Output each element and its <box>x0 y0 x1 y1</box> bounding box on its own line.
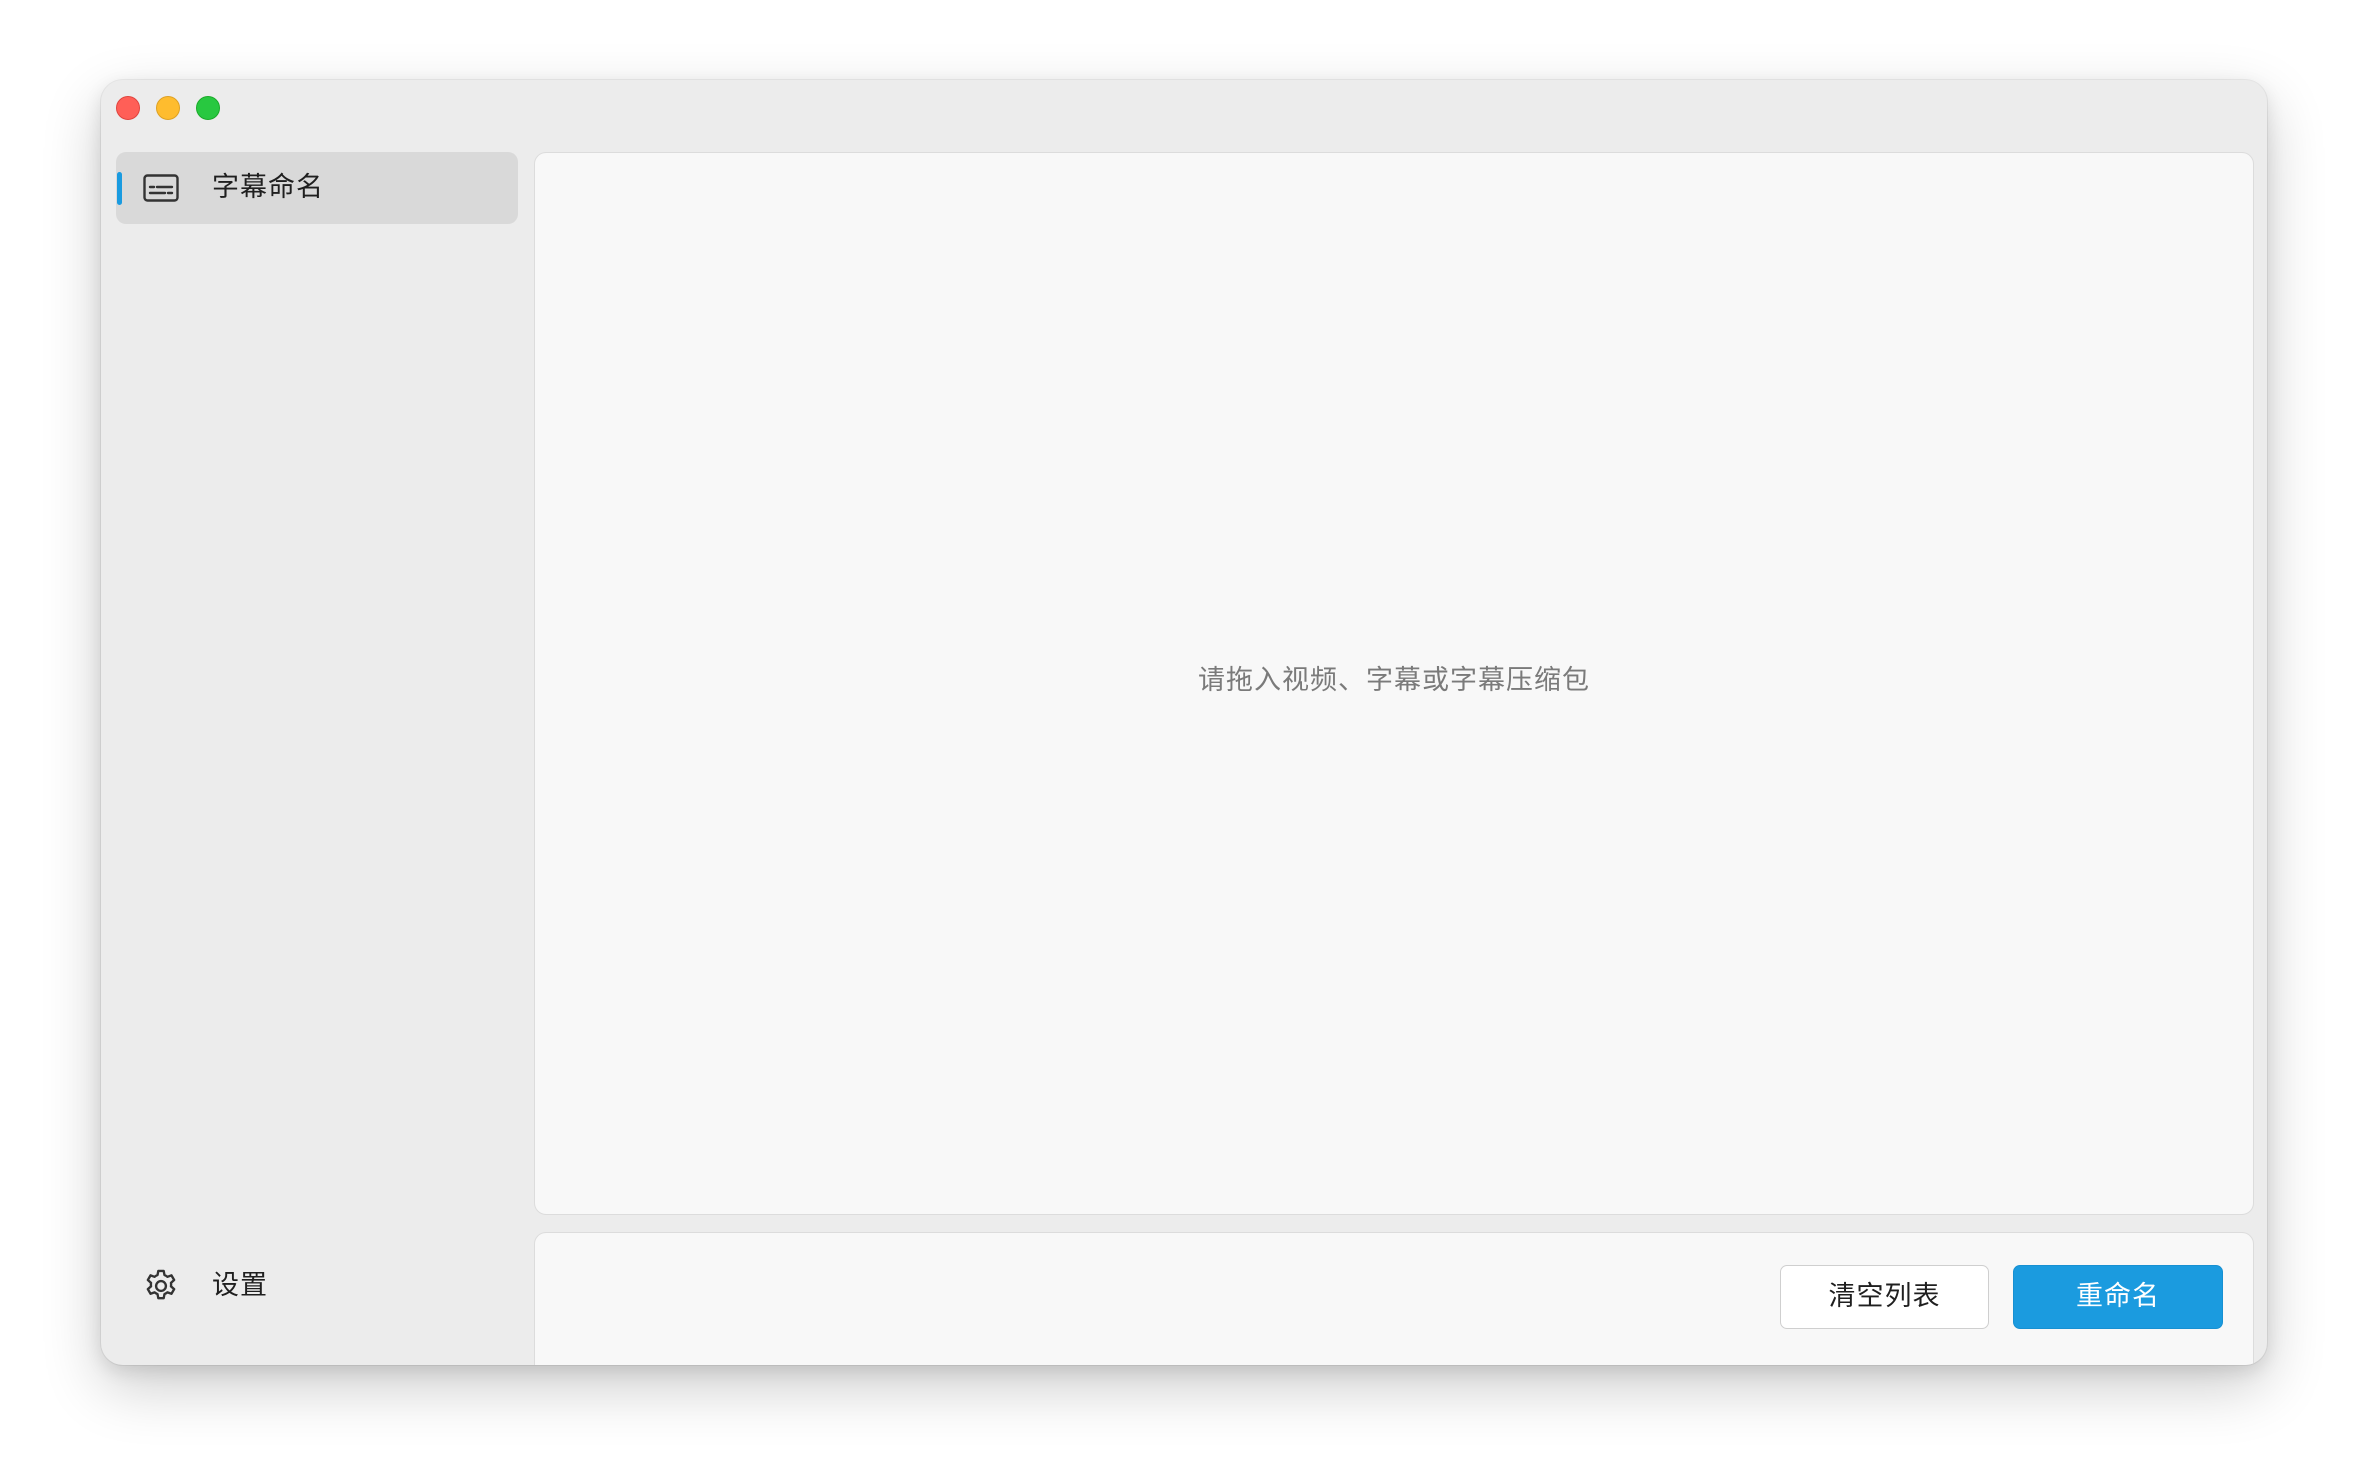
sidebar-item-label: 设置 <box>212 1270 268 1301</box>
rename-button[interactable]: 重命名 <box>2013 1265 2223 1329</box>
zoom-window-button[interactable] <box>196 96 220 120</box>
subtitles-icon <box>143 174 179 202</box>
sidebar-item-settings[interactable]: 设置 <box>116 1253 518 1319</box>
action-bar: 清空列表 重命名 <box>534 1232 2254 1365</box>
close-window-button[interactable] <box>116 96 140 120</box>
gear-icon <box>142 1267 180 1305</box>
minimize-window-button[interactable] <box>156 96 180 120</box>
drop-hint-text: 请拖入视频、字幕或字幕压缩包 <box>1198 665 1590 696</box>
selected-indicator <box>117 172 122 205</box>
sidebar-item-label: 字幕命名 <box>212 172 324 203</box>
sidebar-item-subtitle-rename[interactable]: 字幕命名 <box>116 152 518 224</box>
clear-list-button[interactable]: 清空列表 <box>1780 1265 1989 1329</box>
app-window: 字幕命名 设置 请拖入视频、字幕或字幕压缩包 清空列表 重命名 <box>101 80 2267 1365</box>
file-drop-zone[interactable]: 请拖入视频、字幕或字幕压缩包 <box>534 152 2254 1215</box>
